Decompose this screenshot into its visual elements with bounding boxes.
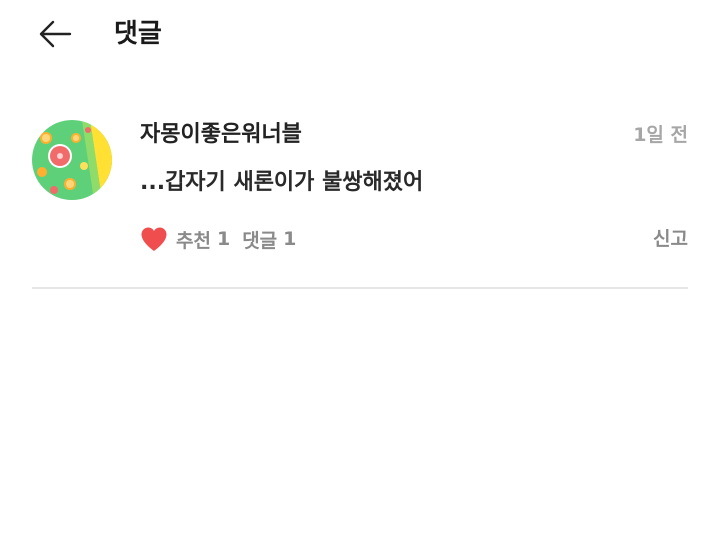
reply-label: 댓글 bbox=[242, 229, 278, 252]
report-button[interactable]: 신고 bbox=[653, 222, 688, 256]
like-count: 1 bbox=[216, 228, 231, 250]
reply-count: 1 bbox=[283, 228, 297, 250]
reply-button[interactable]: 댓글 1 bbox=[242, 226, 296, 253]
back-button[interactable] bbox=[30, 12, 80, 56]
author-name[interactable]: 자몽이좋은워너블 bbox=[140, 118, 302, 152]
comment-text: ...갑자기 새론이가 불쌍해졌어 bbox=[140, 170, 424, 195]
like-button[interactable]: 추천 1 bbox=[140, 226, 242, 253]
divider bbox=[32, 287, 688, 289]
arrow-left-icon bbox=[39, 20, 72, 48]
avatar[interactable] bbox=[32, 120, 112, 200]
page-title: 댓글 bbox=[114, 19, 162, 49]
comment-timestamp: 1일 전 bbox=[633, 124, 688, 146]
like-label: 추천 bbox=[176, 229, 211, 252]
header: 댓글 bbox=[0, 0, 720, 70]
heart-icon bbox=[141, 227, 167, 251]
comment-actions: 추천 1 댓글 1 bbox=[140, 222, 296, 256]
comments-screen: 댓글 자몽이좋은워너블 1일 전 ...갑자기 새론이가 불쌍해졌어 추천 1 … bbox=[0, 0, 720, 540]
grapefruit-avatar bbox=[32, 120, 112, 200]
comment-item: 자몽이좋은워너블 1일 전 ...갑자기 새론이가 불쌍해졌어 추천 1 댓글 … bbox=[0, 110, 720, 290]
